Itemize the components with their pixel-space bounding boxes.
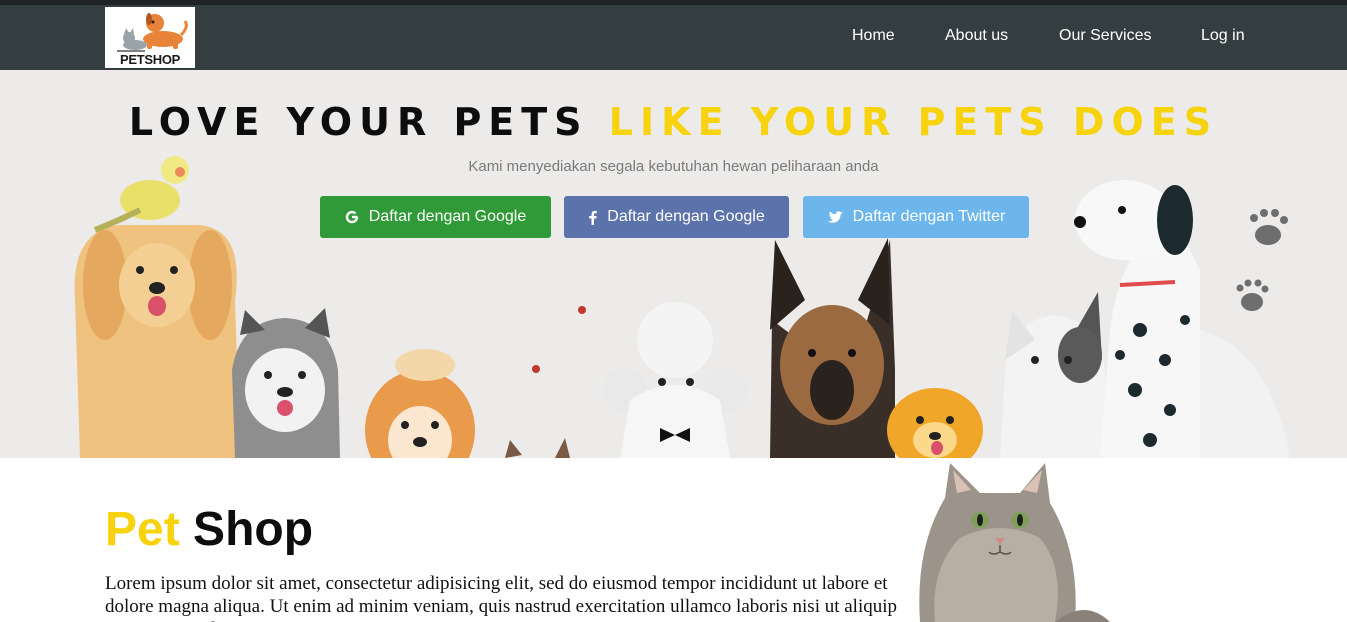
german-shepherd-illustration <box>770 238 895 458</box>
navbar: PETSHOP Home About us Our Services Log i… <box>0 5 1347 70</box>
pets-logo-icon <box>117 13 188 52</box>
hero-banner: LOVE YOUR PETS LIKE YOUR PETS DOES Kami … <box>0 70 1347 458</box>
dalmatian-illustration <box>1074 180 1290 458</box>
nav-home[interactable]: Home <box>852 27 895 45</box>
section-title-word2: Shop <box>193 503 314 556</box>
signup-facebook-button[interactable]: Daftar dengan Google <box>564 196 789 238</box>
cat-photo <box>919 463 1110 622</box>
twitter-icon <box>827 210 843 224</box>
section-paragraph: Lorem ipsum dolor sit amet, consectetur … <box>105 573 898 622</box>
golden-retriever-illustration <box>74 156 240 458</box>
golden-puppy-illustration <box>887 388 983 458</box>
paw-print-icons <box>1236 209 1288 311</box>
section-title: Pet Shop <box>105 502 313 557</box>
signup-facebook-label: Daftar dengan Google <box>607 208 765 225</box>
nav-about-us[interactable]: About us <box>945 27 1008 45</box>
signup-google-label: Daftar dengan Google <box>368 208 527 225</box>
hero-title-part1: LOVE YOUR PETS <box>128 100 589 144</box>
about-section: Pet Shop Lorem ipsum dolor sit amet, con… <box>0 458 1347 622</box>
signup-twitter-button[interactable]: Daftar dengan Twitter <box>803 196 1029 238</box>
section-title-word1: Pet <box>105 503 180 556</box>
husky-illustration <box>232 308 340 458</box>
hero-title-part2: LIKE YOUR PETS DOES <box>608 100 1219 144</box>
nav-our-services[interactable]: Our Services <box>1059 27 1151 45</box>
google-icon <box>345 210 359 224</box>
petshop-logo[interactable]: PETSHOP <box>105 7 195 68</box>
poodle-illustration <box>603 302 747 458</box>
signup-google-button[interactable]: Daftar dengan Google <box>320 196 551 238</box>
signup-twitter-label: Daftar dengan Twitter <box>852 208 1006 225</box>
hero-title: LOVE YOUR PETS LIKE YOUR PETS DOES <box>0 100 1347 144</box>
nav-log-in[interactable]: Log in <box>1201 27 1245 45</box>
shiba-illustration <box>365 349 475 458</box>
white-cat-illustration <box>1000 292 1110 458</box>
logo-text: PETSHOP <box>119 52 181 67</box>
facebook-icon <box>588 210 597 225</box>
hero-subtitle: Kami menyediakan segala kebutuhan hewan … <box>468 158 879 175</box>
